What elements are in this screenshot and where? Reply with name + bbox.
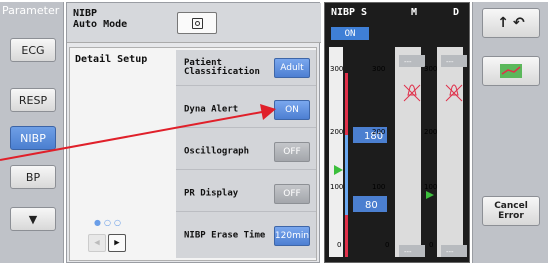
auto-mode-label-line2: Auto Mode bbox=[73, 19, 128, 30]
s-lower-limit-value: 80 bbox=[365, 200, 378, 211]
auto-mode-row: NIBP Auto Mode bbox=[67, 3, 321, 43]
page-next-button[interactable]: ▶ bbox=[108, 234, 126, 252]
option-label: Patient Classification bbox=[184, 57, 260, 77]
d-upper-limit-dash: --- bbox=[446, 58, 454, 66]
page-indicator: ●○○ bbox=[94, 218, 124, 227]
auto-mode-label-line1: NIBP bbox=[73, 8, 98, 19]
sidebar-item-nibp[interactable]: NIBP bbox=[10, 126, 56, 150]
d-scale-300: 300 bbox=[424, 65, 437, 73]
s-lower-alarm-bar bbox=[345, 215, 348, 257]
m-lower-limit-button[interactable] bbox=[399, 245, 425, 257]
d-current-marker bbox=[426, 191, 434, 199]
detail-setup-box: Detail Setup Patient Classification Adul… bbox=[69, 47, 317, 261]
return-icon: ↶ bbox=[513, 15, 525, 31]
s-scale-200: 200 bbox=[330, 128, 343, 136]
m-scale-0: 0 bbox=[385, 241, 389, 249]
option-label: NIBP Erase Time bbox=[184, 230, 266, 241]
monitor-screen: Parameter ECG RESP NIBP BP ▼ NIBP Auto M… bbox=[0, 0, 550, 265]
nibp-limits-panel: NIBP S M D ON 300 200 100 0 180 80 --- -… bbox=[324, 2, 470, 263]
sidebar-item-resp[interactable]: RESP bbox=[10, 88, 56, 112]
trend-icon bbox=[500, 64, 522, 78]
d-lower-limit-dash: --- bbox=[446, 248, 454, 256]
option-pr-display: PR Display OFF bbox=[176, 176, 316, 212]
oscillograph-toggle[interactable]: OFF bbox=[274, 141, 310, 162]
auto-mode-label: NIBP Auto Mode bbox=[73, 8, 127, 30]
m-scale-100: 100 bbox=[372, 183, 385, 191]
right-control-panel: ↑ ↶ Cancel Error bbox=[472, 2, 548, 263]
option-oscillograph: Oscillograph OFF bbox=[176, 134, 316, 170]
option-patient-classification: Patient Classification Adult bbox=[176, 50, 316, 86]
auto-mode-button[interactable] bbox=[177, 12, 217, 34]
page-prev-button[interactable]: ◀ bbox=[88, 234, 106, 252]
nibp-erase-time-button[interactable]: 120min bbox=[274, 226, 310, 246]
s-upper-alarm-bar bbox=[345, 73, 348, 135]
sidebar-title: Parameter bbox=[2, 4, 60, 17]
sidebar-scroll-down-button[interactable]: ▼ bbox=[10, 207, 56, 231]
option-label: PR Display bbox=[184, 188, 239, 198]
home-back-button[interactable]: ↑ ↶ bbox=[482, 8, 540, 38]
m-upper-limit-dash: --- bbox=[404, 58, 412, 66]
m-scale-300: 300 bbox=[372, 65, 385, 73]
option-nibp-erase-time: NIBP Erase Time 120min bbox=[176, 218, 316, 254]
d-scale-0: 0 bbox=[429, 241, 433, 249]
cancel-error-button[interactable]: Cancel Error bbox=[482, 196, 540, 226]
option-dyna-alert: Dyna Alert ON bbox=[176, 92, 316, 128]
s-normal-range-bar bbox=[345, 135, 348, 215]
parameter-sidebar: Parameter ECG RESP NIBP BP ▼ bbox=[0, 2, 64, 263]
m-scale-200: 200 bbox=[372, 128, 385, 136]
m-scale-track bbox=[395, 47, 421, 257]
d-scale-100: 100 bbox=[424, 183, 437, 191]
m-upper-limit-button[interactable] bbox=[399, 55, 425, 67]
s-scale-0: 0 bbox=[337, 241, 341, 249]
m-lower-limit-dash: --- bbox=[404, 248, 412, 256]
trend-button[interactable] bbox=[482, 56, 540, 86]
s-scale-track bbox=[329, 47, 343, 257]
triangle-left-icon: ◀ bbox=[94, 238, 100, 248]
detail-setup-title: Detail Setup bbox=[75, 54, 148, 65]
up-arrow-icon: ↑ bbox=[497, 15, 509, 31]
s-scale-100: 100 bbox=[330, 183, 343, 191]
dyna-alert-toggle[interactable]: ON bbox=[274, 99, 310, 120]
nibp-settings-panel: NIBP Auto Mode Detail Setup Patient Clas… bbox=[66, 2, 321, 263]
sidebar-item-bp[interactable]: BP bbox=[10, 165, 56, 189]
s-scale-300: 300 bbox=[330, 65, 343, 73]
patient-classification-button[interactable]: Adult bbox=[274, 57, 310, 78]
d-scale-200: 200 bbox=[424, 128, 437, 136]
triangle-right-icon: ▶ bbox=[114, 238, 120, 248]
detail-options-list: Patient Classification Adult Dyna Alert … bbox=[176, 50, 316, 258]
d-scale-track bbox=[437, 47, 463, 257]
d-lower-limit-button[interactable] bbox=[441, 245, 467, 257]
nibp-limits-graph: 300 200 100 0 180 80 --- --- 300 200 100… bbox=[329, 47, 467, 257]
pr-display-toggle[interactable]: OFF bbox=[274, 183, 310, 204]
sidebar-item-ecg[interactable]: ECG bbox=[10, 38, 56, 62]
option-label: Oscillograph bbox=[184, 146, 250, 156]
d-upper-limit-button[interactable] bbox=[441, 55, 467, 67]
option-label: Dyna Alert bbox=[184, 104, 239, 114]
camera-icon bbox=[191, 17, 203, 29]
